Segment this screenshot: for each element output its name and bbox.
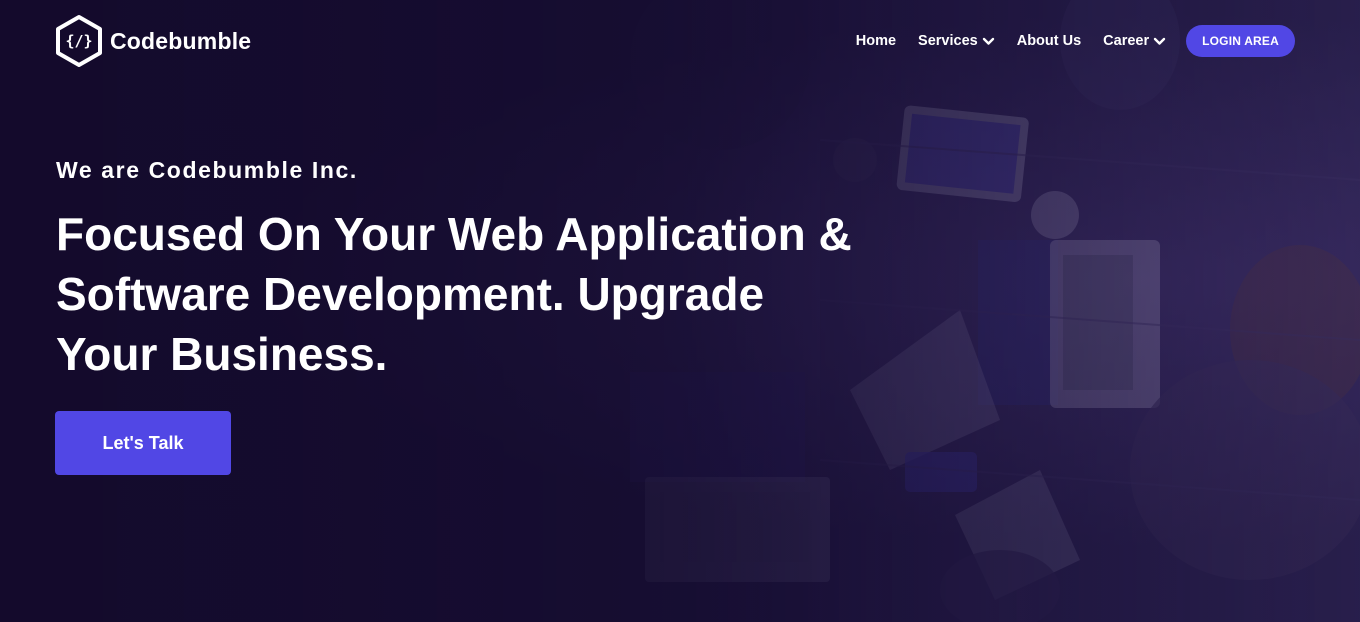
nav-services-label: Services [918,33,978,49]
nav-home-label: Home [855,33,897,49]
login-area-button[interactable]: LOGIN AREA [1186,25,1295,57]
headline-line: Your Business. [56,328,388,380]
lets-talk-button[interactable]: Let's Talk [55,411,231,475]
brand-name: Codebumble [110,27,252,54]
nav-services[interactable]: Services [918,33,995,49]
chevron-down-icon [1153,37,1166,45]
nav-home[interactable]: Home [856,33,896,49]
hero-eyebrow: We are Codebumble Inc. [56,157,358,183]
brand-logo[interactable]: {/} Codebumble [54,14,251,68]
hero-headline: Focused On Your Web Application & Softwa… [56,204,916,384]
hero-section: {/} Codebumble Home Services About Us Ca… [0,0,1360,622]
nav-career[interactable]: Career [1103,33,1166,49]
nav-about-us-label: About Us [1016,33,1082,49]
nav-about-us[interactable]: About Us [1017,33,1081,49]
headline-line: Focused On Your Web Application & [56,208,852,260]
svg-text:{/}: {/} [65,32,92,50]
chevron-down-icon [982,37,994,45]
code-hexagon-icon: {/} [56,15,102,67]
headline-line: Software Development. Upgrade [56,268,765,320]
nav-career-label: Career [1103,33,1150,49]
main-nav: Home Services About Us Career LOGIN AREA [856,25,1295,57]
